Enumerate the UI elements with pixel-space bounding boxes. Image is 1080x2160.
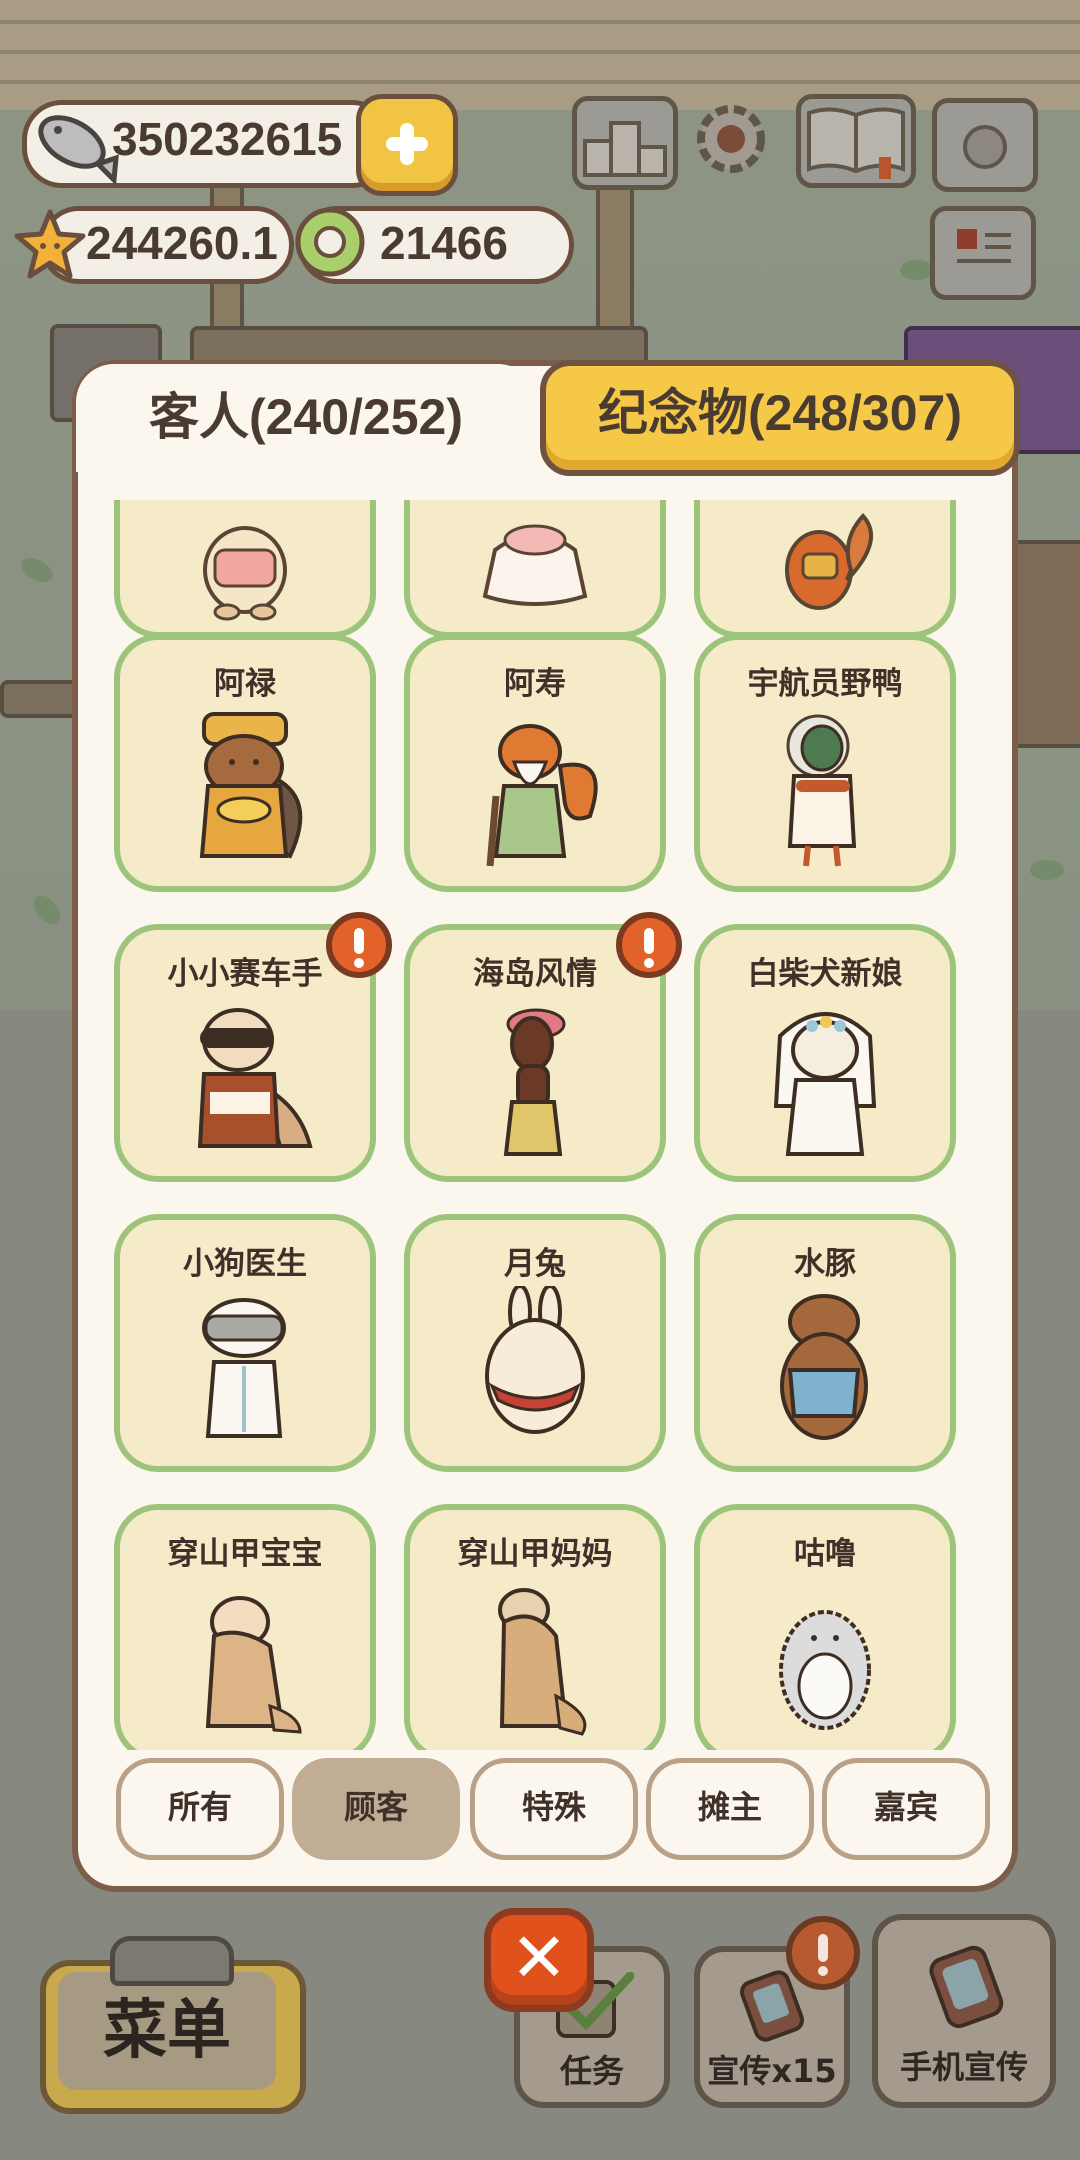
guest-card[interactable]: 月兔 xyxy=(404,1214,666,1472)
capybara-official-icon xyxy=(199,712,303,859)
settings-gear-icon[interactable] xyxy=(686,94,776,184)
guest-grid[interactable]: 阿禄 阿寿 宇航员野鸭 小小赛车手 海岛风情 白柴犬新娘 小狗医生 月兔 水豚 … xyxy=(100,500,980,1750)
star-count: 244260.1 xyxy=(86,217,278,269)
dachshund-hula-icon xyxy=(503,1008,566,1156)
filter-all-button[interactable]: 所有 xyxy=(116,1758,284,1860)
guest-name: 穿山甲宝宝 xyxy=(167,1536,323,1572)
fish-icon xyxy=(38,115,119,186)
newspaper-button[interactable] xyxy=(930,206,1036,300)
guest-name: 小狗医生 xyxy=(183,1246,307,1282)
wooden-fence xyxy=(0,0,1080,110)
add-fish-button[interactable] xyxy=(356,94,458,196)
duck-astronaut-icon xyxy=(786,714,857,867)
hedgehog-gulu-icon xyxy=(779,1610,871,1730)
guest-card[interactable]: 小狗医生 xyxy=(114,1214,376,1472)
guest-card[interactable] xyxy=(114,500,376,638)
otter-racer-icon xyxy=(197,1008,313,1148)
dog-doctor-icon xyxy=(202,1298,286,1438)
tasks-label: 任务 xyxy=(559,2052,624,2090)
guest-card[interactable]: 宇航员野鸭 xyxy=(694,634,956,892)
promo-alert-badge xyxy=(786,1916,860,1990)
guest-card[interactable]: 白柴犬新娘 xyxy=(694,924,956,1182)
filter-customers-button[interactable]: 顾客 xyxy=(292,1758,460,1860)
guest-card[interactable]: 阿禄 xyxy=(114,634,376,892)
promo-label: 宣传x15 xyxy=(707,2052,837,2090)
shiba-bride-icon xyxy=(773,1012,877,1156)
new-alert-badge xyxy=(616,912,682,978)
guest-name: 宇航员野鸭 xyxy=(747,666,903,702)
phone-promo-button[interactable]: 手机宣传 xyxy=(872,1914,1056,2108)
squirrel-red-icon xyxy=(785,513,873,610)
new-alert-badge xyxy=(326,912,392,978)
guestbook-button[interactable] xyxy=(796,94,916,188)
guest-card[interactable]: 穿山甲妈妈 xyxy=(404,1504,666,1750)
tab-guests-label: 客人(240/252) xyxy=(148,389,464,445)
close-icon: ✕ xyxy=(510,1919,568,1998)
hamster-nurse-icon xyxy=(203,526,287,621)
book-icon xyxy=(807,107,905,179)
phone-promo-label: 手机宣传 xyxy=(899,2048,1028,2086)
baby-pangolin-icon xyxy=(205,1596,302,1734)
leaf-decoration xyxy=(1030,860,1064,880)
newspaper-icon xyxy=(957,229,1011,263)
guest-name: 阿寿 xyxy=(504,666,566,702)
guest-name: 阿禄 xyxy=(214,666,276,702)
ranking-button[interactable] xyxy=(572,96,678,190)
guest-name: 水豚 xyxy=(794,1246,856,1282)
phone-icon xyxy=(929,1945,1004,2029)
guest-card[interactable]: 水豚 xyxy=(694,1214,956,1472)
guest-name: 月兔 xyxy=(504,1246,566,1282)
guest-card[interactable]: 阿寿 xyxy=(404,634,666,892)
star-icon xyxy=(14,209,86,279)
guest-card[interactable]: 穿山甲宝宝 xyxy=(114,1504,376,1750)
moon-rabbit-icon xyxy=(485,1286,585,1434)
guest-card[interactable] xyxy=(694,500,956,638)
capybara-icon xyxy=(780,1294,868,1440)
guest-name: 咕噜 xyxy=(794,1536,856,1572)
guest-card[interactable]: 咕噜 xyxy=(694,1504,956,1750)
fish-count: 350232615 xyxy=(112,113,343,165)
guest-card[interactable] xyxy=(404,500,666,638)
filter-vendors-button[interactable]: 摊主 xyxy=(646,1758,814,1860)
leaf-decoration xyxy=(900,260,934,280)
mama-pangolin-icon xyxy=(498,1588,587,1736)
filter-special-button[interactable]: 特殊 xyxy=(470,1758,638,1860)
filter-vip-guests-button[interactable]: 嘉宾 xyxy=(822,1758,990,1860)
tab-souvenirs-label: 纪念物(248/307) xyxy=(597,385,963,441)
close-button[interactable]: ✕ xyxy=(484,1908,594,2012)
sheep-dress-icon xyxy=(482,524,588,606)
guest-name: 穿山甲妈妈 xyxy=(457,1536,613,1572)
coin-count: 21466 xyxy=(380,217,508,269)
guest-name: 白柴犬新娘 xyxy=(747,956,903,992)
camera-icon xyxy=(963,125,1007,169)
ranking-podium-icon xyxy=(583,121,667,177)
menu-label: 菜单 xyxy=(103,1994,231,2068)
coin-icon xyxy=(295,207,365,277)
squirrel-elder-icon xyxy=(486,724,598,867)
camera-button[interactable] xyxy=(932,98,1038,192)
